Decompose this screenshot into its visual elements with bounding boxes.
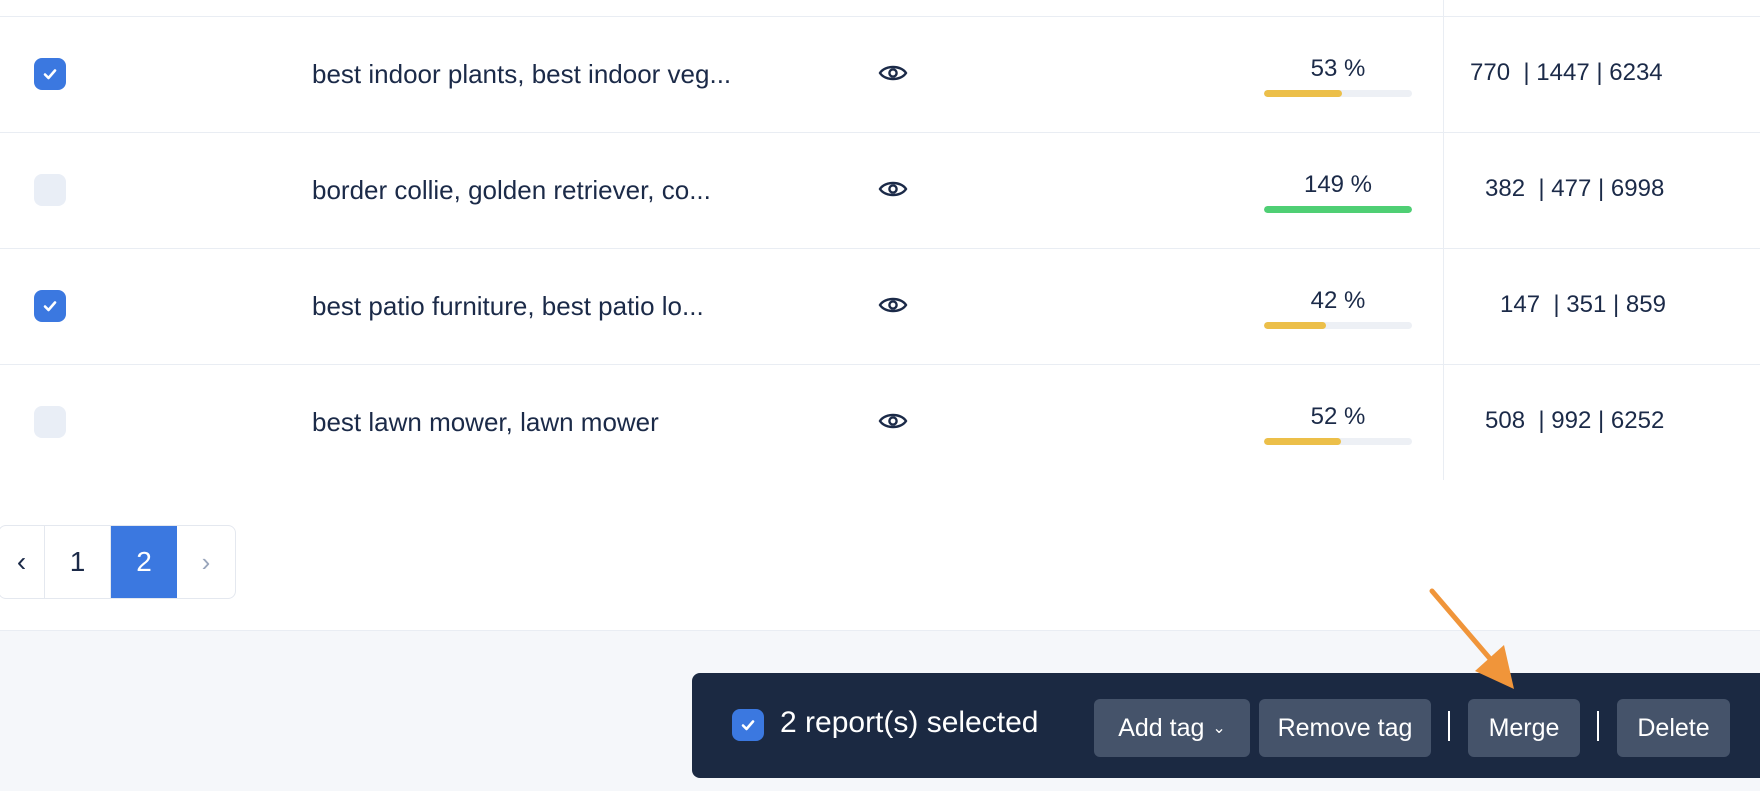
percent-label: 149 % (1303, 171, 1373, 198)
progress-bar (1264, 206, 1412, 213)
progress-bar (1264, 438, 1412, 445)
eye-icon[interactable] (878, 294, 908, 316)
chevron-down-icon: ⌄ (1212, 720, 1226, 737)
delete-button[interactable]: Delete (1617, 699, 1730, 757)
divider (1597, 711, 1599, 741)
select-all-checkbox[interactable] (732, 709, 764, 741)
page-2-button[interactable]: 2 (111, 526, 177, 598)
selected-count-label: 2 report(s) selected (780, 706, 1039, 739)
keywords-cell: best patio furniture, best patio lo... (312, 291, 704, 321)
check-icon (43, 69, 57, 80)
keywords-cell: best indoor plants, best indoor veg... (312, 59, 732, 89)
table-row: best patio furniture, best patio lo... 4… (0, 249, 1760, 365)
remove-tag-button[interactable]: Remove tag (1259, 699, 1431, 757)
table-row: best lawn mower, lawn mower 52 % 508 | 9… (0, 365, 1760, 481)
table-row: border collie, golden retriever, co... 1… (0, 133, 1760, 249)
percent-label: 52 % (1310, 403, 1366, 430)
metrics-cell: 770 | 1447 | 6234 (1470, 59, 1663, 86)
keywords-cell: border collie, golden retriever, co... (312, 175, 711, 205)
eye-icon[interactable] (878, 62, 908, 84)
row-checkbox[interactable] (34, 58, 66, 90)
progress-bar-fill (1264, 206, 1412, 213)
percent-label: 53 % (1310, 55, 1366, 82)
bulk-action-bar: 2 report(s) selected Add tag ⌄ Remove ta… (692, 673, 1760, 778)
percent-label: 42 % (1310, 287, 1366, 314)
eye-icon[interactable] (878, 178, 908, 200)
progress-bar (1264, 322, 1412, 329)
metrics-cell: 147 | 351 | 859 (1500, 291, 1666, 318)
table-row: best indoor plants, best indoor veg... 5… (0, 17, 1760, 133)
next-page-button[interactable]: › (177, 526, 235, 598)
row-checkbox[interactable] (34, 290, 66, 322)
divider (1448, 711, 1450, 741)
keywords-cell: best lawn mower, lawn mower (312, 407, 659, 437)
eye-icon[interactable] (878, 410, 908, 432)
progress-bar-fill (1264, 322, 1327, 329)
row-checkbox[interactable] (34, 406, 66, 438)
progress-bar (1264, 90, 1412, 97)
annotation-arrow-icon (1429, 588, 1514, 689)
add-tag-label: Add tag (1118, 713, 1205, 742)
pagination: ‹ 1 2 › (0, 525, 236, 599)
prev-page-button[interactable]: ‹ (0, 526, 45, 598)
metrics-cell: 508 | 992 | 6252 (1485, 407, 1665, 434)
row-checkbox[interactable] (34, 174, 66, 206)
progress-bar-fill (1264, 90, 1343, 97)
reports-table: best indoor plants, best indoor veg... 5… (0, 0, 1760, 480)
page-1-button[interactable]: 1 (45, 526, 111, 598)
add-tag-button[interactable]: Add tag ⌄ (1094, 699, 1250, 757)
check-icon (43, 301, 57, 312)
progress-bar-fill (1264, 438, 1341, 445)
check-icon (741, 720, 755, 731)
metrics-cell: 382 | 477 | 6998 (1485, 175, 1665, 202)
merge-button[interactable]: Merge (1468, 699, 1580, 757)
